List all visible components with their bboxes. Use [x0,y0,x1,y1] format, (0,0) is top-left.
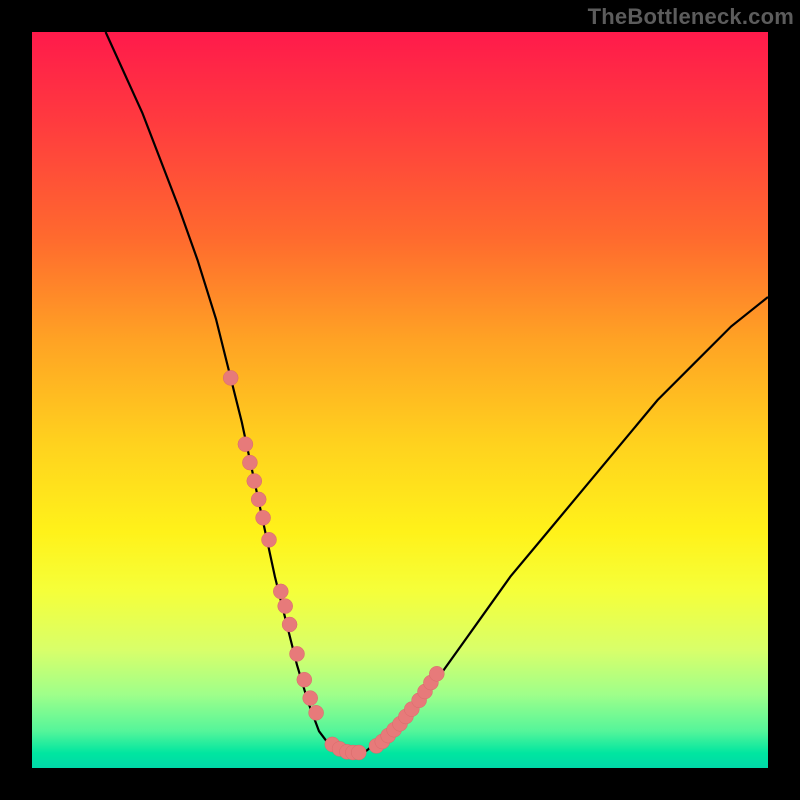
marker-dot [309,705,324,720]
marker-dot [262,532,277,547]
marker-dot [429,666,444,681]
marker-dot [278,599,293,614]
marker-dot [303,691,318,706]
chart-svg [32,32,768,768]
bottleneck-curve [106,32,768,753]
watermark-text: TheBottleneck.com [588,4,794,30]
marker-dot [297,672,312,687]
marker-dot [282,617,297,632]
marker-dot [351,745,366,760]
marker-dot [247,474,262,489]
marker-layer [223,370,444,760]
marker-dot [251,492,266,507]
plot-area [32,32,768,768]
marker-dot [256,510,271,525]
marker-dot [223,370,238,385]
marker-dot [273,584,288,599]
marker-dot [290,646,305,661]
marker-dot [238,437,253,452]
marker-dot [242,455,257,470]
chart-frame: TheBottleneck.com [0,0,800,800]
